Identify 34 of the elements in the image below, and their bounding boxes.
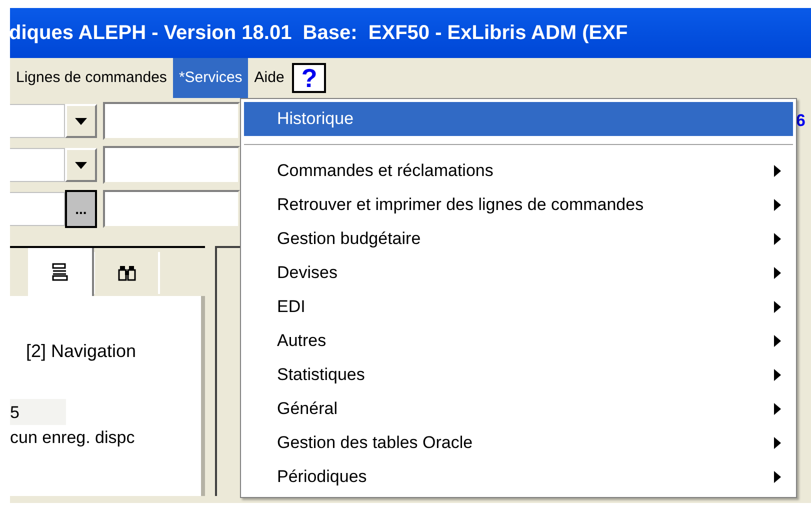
combo-field[interactable] — [10, 104, 65, 138]
menu-entry[interactable]: Devises — [244, 256, 793, 290]
menu-entry[interactable]: Commandes et réclamations — [244, 154, 793, 188]
tab[interactable] — [28, 248, 94, 296]
table-cell: 5 — [10, 404, 20, 420]
browse-button[interactable]: ... — [65, 190, 97, 228]
status-message: cun enreg. dispc — [10, 427, 136, 449]
menu-entry[interactable]: Historique — [244, 102, 793, 136]
caret-icon — [75, 118, 87, 124]
combo-field[interactable] — [10, 192, 65, 226]
menu-entry[interactable]: Gestion des tables Oracle — [244, 426, 793, 460]
window-title: diques ALEPH - Version 18.01 Base: EXF50 - ExLibris ADM (EXF — [10, 21, 628, 46]
text-field[interactable] — [103, 146, 240, 184]
text-field[interactable] — [103, 190, 240, 228]
caret-icon — [75, 162, 87, 168]
dropdown-button[interactable] — [65, 104, 97, 138]
menu-entry[interactable]: Autres — [244, 324, 793, 358]
menu-entry[interactable]: Général — [244, 392, 793, 426]
menu-item[interactable]: Lignes de commandes — [10, 58, 173, 98]
text-field[interactable] — [103, 102, 240, 140]
menu-entry[interactable]: Statistiques — [244, 358, 793, 392]
menu-entry[interactable]: Retrouver et imprimer des lignes de commandes — [244, 188, 793, 222]
combo-field[interactable] — [10, 148, 65, 182]
menu-entry[interactable]: Périodiques — [244, 460, 793, 494]
help-button[interactable]: ? — [292, 63, 326, 93]
list-icon — [52, 263, 68, 281]
record-count: 6 — [796, 112, 806, 129]
menu-entry[interactable]: EDI — [244, 290, 793, 324]
navigation-heading: [2] Navigation — [26, 340, 138, 363]
menu-item[interactable]: *Services — [172, 58, 248, 98]
menu-entry[interactable]: Gestion budgétaire — [244, 222, 793, 256]
menu-item[interactable]: Aide — [248, 58, 290, 98]
binoculars-icon — [118, 265, 136, 281]
dropdown-button[interactable] — [65, 148, 97, 182]
